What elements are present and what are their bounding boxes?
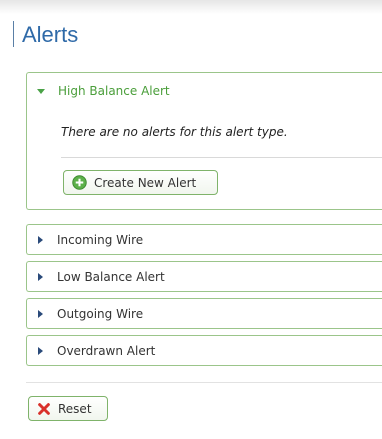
panel-title: Overdrawn Alert (57, 343, 156, 358)
panel-divider (61, 157, 382, 158)
footer-divider (26, 382, 382, 383)
caret-right-icon (38, 235, 43, 244)
alert-panel-incoming-wire: Incoming Wire (26, 224, 382, 255)
caret-right-icon (38, 309, 43, 318)
panel-title: Low Balance Alert (57, 269, 165, 284)
panel-header-outgoing-wire[interactable]: Outgoing Wire (27, 299, 382, 328)
panel-title: Incoming Wire (57, 232, 144, 247)
panel-header-low-balance[interactable]: Low Balance Alert (27, 262, 382, 291)
empty-message: There are no alerts for this alert type. (61, 125, 288, 139)
reset-label: Reset (58, 401, 92, 416)
alert-panel-outgoing-wire: Outgoing Wire (26, 298, 382, 329)
reset-button[interactable]: Reset (28, 396, 108, 421)
alert-panel-low-balance: Low Balance Alert (26, 261, 382, 292)
title-rule (13, 21, 14, 47)
panel-header-overdrawn[interactable]: Overdrawn Alert (27, 336, 382, 365)
panel-title: High Balance Alert (58, 84, 170, 98)
red-x-icon (38, 402, 50, 415)
caret-right-icon (38, 272, 43, 281)
plus-circle-icon (72, 175, 87, 190)
top-shadow (0, 0, 382, 14)
alert-panel-high-balance: High Balance Alert There are no alerts f… (26, 72, 382, 210)
panel-header-high-balance[interactable]: High Balance Alert (27, 73, 382, 109)
page-title: Alerts (22, 22, 79, 47)
create-new-alert-button[interactable]: Create New Alert (63, 170, 218, 195)
alert-panel-overdrawn: Overdrawn Alert (26, 335, 382, 366)
panel-title: Outgoing Wire (57, 306, 144, 321)
caret-right-icon (38, 346, 43, 355)
caret-down-icon (37, 88, 45, 94)
panel-header-incoming-wire[interactable]: Incoming Wire (27, 225, 382, 254)
create-new-alert-label: Create New Alert (94, 175, 197, 190)
